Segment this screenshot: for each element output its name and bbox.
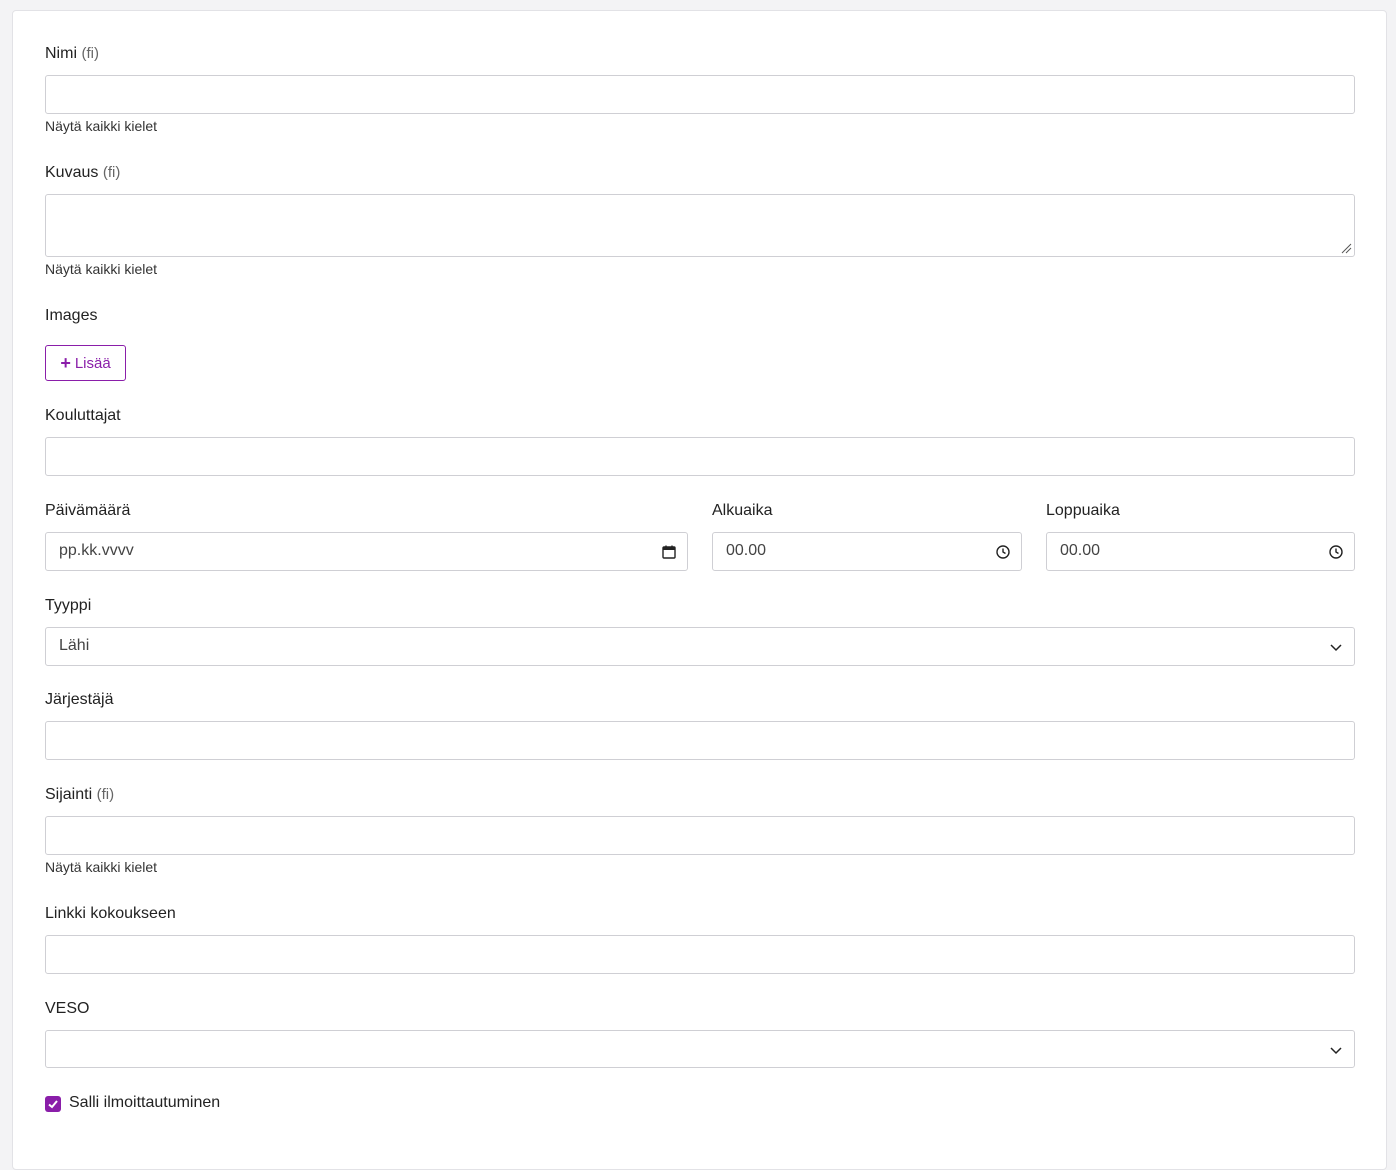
resize-grip-icon[interactable] [1340,242,1352,254]
chevron-down-icon [1330,1047,1342,1055]
date-placeholder: pp.kk.vvvv [59,542,134,559]
start-time-label: Alkuaika [712,502,773,519]
clock-icon[interactable] [995,544,1011,560]
description-label: Kuvaus (fi) [45,164,121,181]
meeting-link-input[interactable] [45,935,1355,974]
date-input[interactable]: pp.kk.vvvv [45,532,688,571]
type-selected-value: Lähi [59,637,90,654]
description-show-all-languages-link[interactable]: Näytä kaikki kielet [45,261,157,277]
end-time-label: Loppuaika [1046,502,1120,519]
calendar-icon[interactable] [661,544,677,560]
end-time-input[interactable]: 00.00 [1046,532,1355,571]
name-show-all-languages-link[interactable]: Näytä kaikki kielet [45,118,157,134]
form-card [12,10,1387,1170]
trainers-input[interactable] [45,437,1355,476]
location-label: Sijainti (fi) [45,786,115,803]
add-image-label: Lisää [74,354,111,372]
start-time-input[interactable]: 00.00 [712,532,1022,571]
allow-registration-label[interactable]: Salli ilmoittautuminen [69,1094,220,1112]
allow-registration-checkbox[interactable] [45,1096,61,1112]
date-label: Päivämäärä [45,502,131,519]
type-select[interactable]: Lähi [45,627,1355,666]
description-textarea[interactable] [45,194,1355,257]
checkmark-icon [48,1100,58,1109]
trainers-label: Kouluttajat [45,407,121,424]
veso-select[interactable] [45,1030,1355,1068]
veso-label: VESO [45,1000,90,1017]
organizer-input[interactable] [45,721,1355,760]
add-image-button[interactable]: + Lisää [45,345,126,381]
end-time-placeholder: 00.00 [1060,542,1101,559]
meeting-link-label: Linkki kokoukseen [45,905,176,922]
images-label: Images [45,307,98,324]
type-label: Tyyppi [45,597,92,614]
clock-icon[interactable] [1328,544,1344,560]
start-time-placeholder: 00.00 [726,542,767,559]
name-input[interactable] [45,75,1355,114]
location-show-all-languages-link[interactable]: Näytä kaikki kielet [45,859,157,875]
chevron-down-icon [1330,644,1342,652]
plus-icon: + [60,353,71,373]
name-label: Nimi (fi) [45,45,99,62]
location-input[interactable] [45,816,1355,855]
organizer-label: Järjestäjä [45,691,114,708]
